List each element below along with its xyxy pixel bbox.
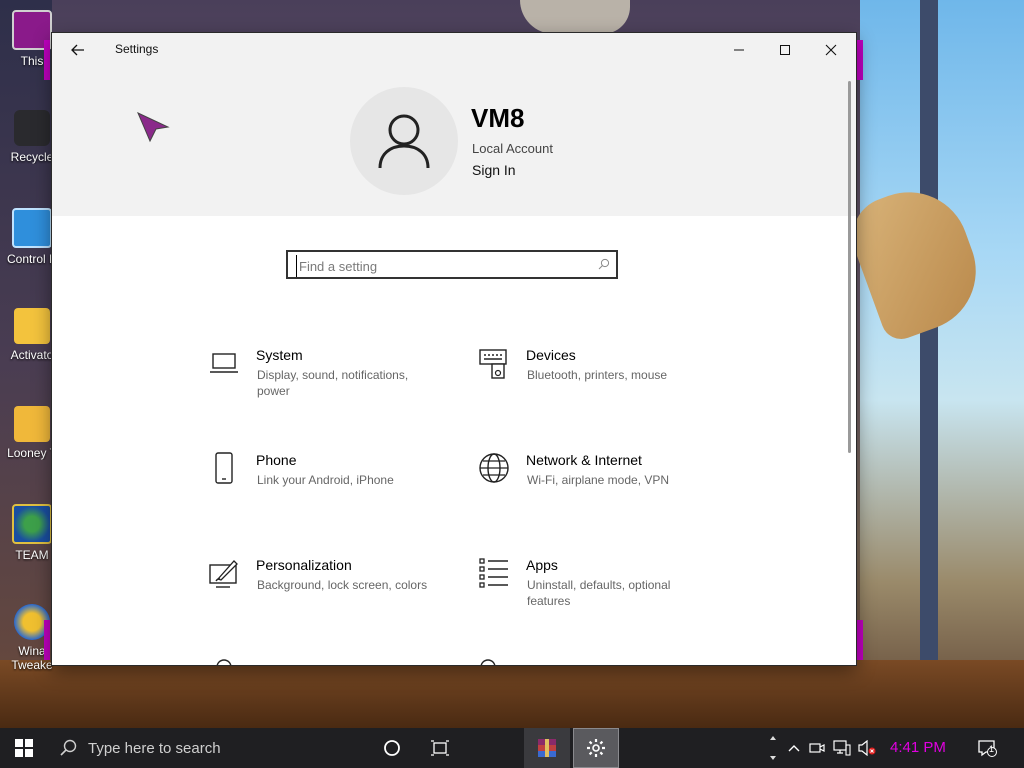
back-arrow-icon xyxy=(71,44,84,56)
laptop-icon xyxy=(210,353,238,373)
task-view-button[interactable] xyxy=(418,728,462,768)
globe-icon xyxy=(12,504,52,544)
taskbar-search-placeholder[interactable]: Type here to search xyxy=(88,740,221,757)
action-center-button[interactable]: 1 xyxy=(972,728,1002,768)
category-apps[interactable]: Apps Uninstall, defaults, optional featu… xyxy=(478,557,728,627)
desktop-wallpaper-character xyxy=(520,0,630,34)
taskbar-app-winrar[interactable] xyxy=(524,728,570,768)
category-description: Wi-Fi, airplane mode, VPN xyxy=(527,473,670,487)
back-button[interactable] xyxy=(64,37,92,63)
start-button[interactable] xyxy=(0,728,48,768)
search-input[interactable] xyxy=(296,255,591,277)
maximize-button[interactable] xyxy=(762,33,808,66)
gear-icon xyxy=(587,739,605,757)
windows-logo-icon xyxy=(15,739,33,757)
account-type: Local Account xyxy=(472,141,553,156)
category-name: Apps xyxy=(526,557,558,573)
account-name: VM8 xyxy=(471,103,525,133)
sign-in-link[interactable]: Sign In xyxy=(472,162,516,178)
paintbrush-icon xyxy=(209,560,238,588)
category-name: System xyxy=(256,347,303,363)
window-frame-accent xyxy=(857,40,863,80)
globe-icon xyxy=(479,453,509,483)
taskbar: Type here to search 4:41 PM 1 xyxy=(0,728,1024,768)
maximize-icon xyxy=(780,44,790,55)
folder-icon xyxy=(14,308,50,344)
search-icon xyxy=(60,739,77,756)
devices-icon xyxy=(479,349,507,379)
minimize-icon xyxy=(734,49,744,50)
winrar-icon xyxy=(538,739,556,757)
recycle-bin-icon xyxy=(14,110,50,146)
taskbar-app-settings[interactable] xyxy=(573,728,619,768)
show-hidden-icons-button[interactable] xyxy=(784,728,804,768)
category-system[interactable]: System Display, sound, notifications, po… xyxy=(208,347,458,417)
desktop-wallpaper-frame xyxy=(920,0,938,700)
volume-muted-icon xyxy=(858,740,876,756)
avatar[interactable] xyxy=(350,87,458,195)
webcam-icon xyxy=(809,743,825,753)
control-panel-icon xyxy=(12,208,52,248)
window-frame-accent xyxy=(44,40,50,80)
category-description: Uninstall, defaults, optional features xyxy=(527,578,671,608)
category-description: Background, lock screen, colors xyxy=(257,578,428,592)
network-icon xyxy=(833,740,851,756)
window-frame-accent xyxy=(44,620,50,660)
category-name: Personalization xyxy=(256,557,352,573)
scrollbar[interactable] xyxy=(848,81,851,453)
title-bar[interactable]: Settings xyxy=(52,33,856,66)
minimize-button[interactable] xyxy=(716,33,762,66)
close-button[interactable] xyxy=(808,33,854,66)
tray-network[interactable] xyxy=(830,728,854,768)
partial-category-icon xyxy=(480,659,496,665)
window-title: Settings xyxy=(115,42,159,56)
cursor-arrow-icon xyxy=(137,111,170,143)
folder-icon xyxy=(14,406,50,442)
taskbar-clock[interactable]: 4:41 PM xyxy=(890,739,946,756)
window-frame-accent xyxy=(857,620,863,660)
cortana-button[interactable] xyxy=(370,728,414,768)
category-name: Devices xyxy=(526,347,576,363)
category-name: Network & Internet xyxy=(526,452,642,468)
category-devices[interactable]: Devices Bluetooth, printers, mouse xyxy=(478,347,728,417)
category-description: Display, sound, notifications, power xyxy=(257,368,409,398)
category-description: Bluetooth, printers, mouse xyxy=(527,368,668,382)
settings-window: Settings VM8 Local Account Sign In Find … xyxy=(52,33,856,665)
close-icon xyxy=(825,44,837,55)
tray-volume[interactable] xyxy=(856,728,878,768)
cortana-icon xyxy=(384,740,400,756)
scroll-arrows-icon xyxy=(770,736,776,760)
category-network[interactable]: Network & Internet Wi-Fi, airplane mode,… xyxy=(478,452,728,522)
tray-camera[interactable] xyxy=(806,728,828,768)
search-icon[interactable] xyxy=(598,258,610,270)
phone-icon xyxy=(215,452,233,484)
user-icon xyxy=(378,114,430,169)
category-name: Phone xyxy=(256,452,297,468)
partial-category-icon xyxy=(216,659,232,665)
task-view-icon xyxy=(431,740,449,756)
search-box[interactable] xyxy=(286,250,618,279)
desktop-wallpaper-window xyxy=(860,0,1024,728)
category-phone[interactable]: Phone Link your Android, iPhone xyxy=(208,452,458,522)
notification-count: 1 xyxy=(989,744,995,754)
taskbar-scroll[interactable] xyxy=(768,728,778,768)
chevron-up-icon xyxy=(788,745,800,752)
apps-list-icon xyxy=(479,558,508,588)
desktop-wallpaper-floor xyxy=(0,660,1024,728)
category-personalization[interactable]: Personalization Background, lock screen,… xyxy=(208,557,458,627)
category-description: Link your Android, iPhone xyxy=(257,473,394,487)
